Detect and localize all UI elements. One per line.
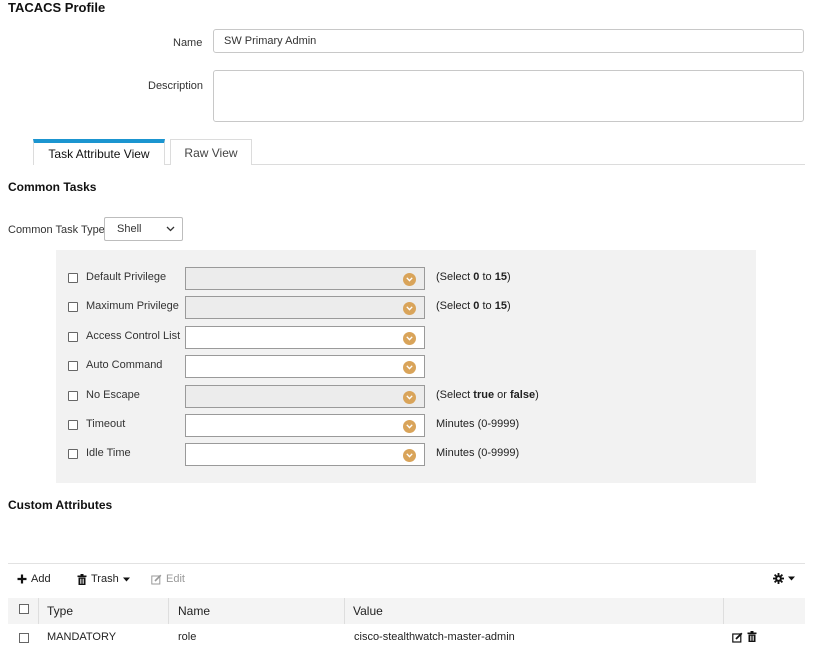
tab-label: Raw View <box>184 145 238 160</box>
task-row-no-escape: No Escape (Select true or false) <box>68 385 748 409</box>
table-header: Type Name Value <box>8 598 805 624</box>
row-name: role <box>178 631 197 643</box>
edit-button[interactable]: Edit <box>151 573 185 585</box>
common-task-type-label: Common Task Type <box>8 224 105 236</box>
auto-command-checkbox[interactable] <box>68 361 78 371</box>
row-checkbox[interactable] <box>19 633 29 643</box>
row-value: cisco-stealthwatch-master-admin <box>354 631 515 643</box>
task-row-hint: (Select 0 to 15) <box>436 300 511 312</box>
task-row-label: No Escape <box>86 389 140 401</box>
task-row-access-control-list: Access Control List <box>68 326 748 350</box>
timeout-combo[interactable] <box>185 414 425 437</box>
auto-command-combo[interactable] <box>185 355 425 378</box>
column-header-value[interactable]: Value <box>353 604 383 618</box>
task-row-hint: Minutes (0-9999) <box>436 447 520 459</box>
chevron-down-icon[interactable] <box>403 420 416 433</box>
idle-time-checkbox[interactable] <box>68 449 78 459</box>
timeout-checkbox[interactable] <box>68 420 78 430</box>
caret-down-icon <box>122 577 130 581</box>
trash-label: Trash <box>91 573 119 585</box>
task-row-idle-time: Idle Time Minutes (0-9999) <box>68 443 748 467</box>
no-escape-checkbox[interactable] <box>68 391 78 401</box>
chevron-down-icon <box>166 226 175 232</box>
maximum-privilege-combo[interactable] <box>185 296 425 319</box>
column-divider <box>38 598 39 624</box>
add-button[interactable]: Add <box>17 573 51 585</box>
tab-raw-view[interactable]: Raw View <box>170 139 252 165</box>
caret-down-icon <box>788 576 795 581</box>
common-task-type-value: Shell <box>117 223 142 235</box>
chevron-down-icon[interactable] <box>403 391 416 404</box>
task-row-label: Access Control List <box>86 330 181 342</box>
chevron-down-icon[interactable] <box>403 332 416 345</box>
toolbar-separator <box>8 563 805 564</box>
edit-icon[interactable] <box>732 632 743 643</box>
custom-attributes-heading: Custom Attributes <box>8 498 113 512</box>
plus-icon <box>17 574 27 584</box>
name-label: Name <box>173 37 203 49</box>
tab-task-attribute-view[interactable]: Task Attribute View <box>33 139 165 165</box>
task-row-auto-command: Auto Command <box>68 355 748 379</box>
trash-icon <box>77 573 87 585</box>
trash-button[interactable]: Trash <box>77 573 130 585</box>
task-row-maximum-privilege: Maximum Privilege (Select 0 to 15) <box>68 296 748 320</box>
description-field[interactable] <box>213 70 804 122</box>
default-privilege-combo[interactable] <box>185 267 425 290</box>
trash-icon[interactable] <box>747 631 757 642</box>
column-divider <box>168 598 169 624</box>
task-row-timeout: Timeout Minutes (0-9999) <box>68 414 748 438</box>
column-divider <box>344 598 345 624</box>
access-control-list-checkbox[interactable] <box>68 332 78 342</box>
task-row-label: Idle Time <box>86 447 131 459</box>
task-row-hint: (Select 0 to 15) <box>436 271 511 283</box>
description-label: Description <box>148 80 204 92</box>
chevron-down-icon[interactable] <box>403 449 416 462</box>
chevron-down-icon[interactable] <box>403 302 416 315</box>
name-field[interactable]: SW Primary Admin <box>213 29 804 53</box>
default-privilege-checkbox[interactable] <box>68 273 78 283</box>
task-row-label: Maximum Privilege <box>86 300 179 312</box>
no-escape-combo[interactable] <box>185 385 425 408</box>
task-row-label: Default Privilege <box>86 271 167 283</box>
tab-label: Task Attribute View <box>48 147 150 161</box>
row-type: MANDATORY <box>47 631 117 643</box>
name-field-value: SW Primary Admin <box>224 35 317 47</box>
column-header-name[interactable]: Name <box>178 604 210 618</box>
task-row-hint: Minutes (0-9999) <box>436 418 520 430</box>
chevron-down-icon[interactable] <box>403 273 416 286</box>
page-title: TACACS Profile <box>8 0 106 15</box>
edit-label: Edit <box>166 573 185 585</box>
maximum-privilege-checkbox[interactable] <box>68 302 78 312</box>
task-row-label: Timeout <box>86 418 126 430</box>
column-divider <box>723 598 724 624</box>
common-task-type-select[interactable]: Shell <box>104 217 183 241</box>
column-header-type[interactable]: Type <box>47 604 73 618</box>
chevron-down-icon[interactable] <box>403 361 416 374</box>
task-row-label: Auto Command <box>86 359 163 371</box>
idle-time-combo[interactable] <box>185 443 425 466</box>
task-row-default-privilege: Default Privilege (Select 0 to 15) <box>68 267 748 291</box>
access-control-list-combo[interactable] <box>185 326 425 349</box>
add-label: Add <box>31 573 51 585</box>
edit-icon <box>151 574 162 584</box>
common-tasks-heading: Common Tasks <box>8 180 97 194</box>
gear-icon <box>773 573 784 584</box>
select-all-checkbox[interactable] <box>19 604 29 614</box>
settings-menu-button[interactable] <box>773 573 795 584</box>
task-row-hint: (Select true or false) <box>436 389 539 401</box>
